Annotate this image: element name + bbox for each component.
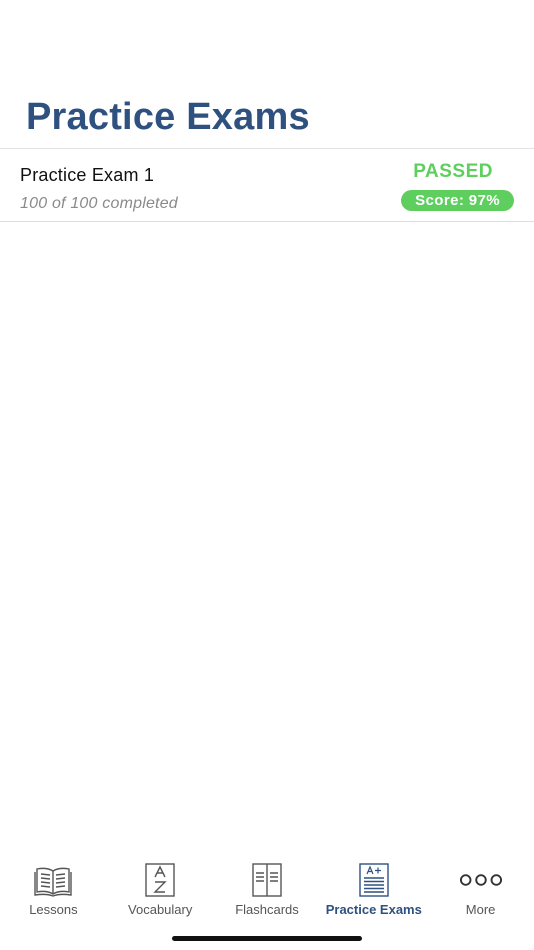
tab-lessons[interactable]: Lessons — [0, 856, 107, 918]
home-indicator[interactable] — [172, 936, 362, 941]
score-badge: Score: 97% — [401, 190, 514, 211]
page-title: Practice Exams — [26, 96, 310, 138]
flashcards-icon — [245, 862, 289, 898]
tab-label: Vocabulary — [128, 902, 193, 917]
tab-practice-exams[interactable]: Practice Exams — [320, 856, 427, 918]
a-z-dictionary-icon — [138, 862, 182, 898]
tab-label: Lessons — [29, 902, 78, 917]
exam-status-badge: PASSED — [413, 161, 493, 182]
exam-row-practice-exam-1[interactable]: Practice Exam 1 100 of 100 completed PAS… — [0, 149, 534, 222]
tab-label: Practice Exams — [325, 902, 422, 917]
tab-vocabulary[interactable]: Vocabulary — [107, 856, 214, 918]
book-icon — [31, 862, 75, 898]
exam-progress: 100 of 100 completed — [20, 195, 178, 212]
exam-name: Practice Exam 1 — [20, 165, 155, 185]
tab-label: Flashcards — [235, 902, 299, 917]
tab-bar: Lessons Vocabulary Flashcards Practice E… — [0, 856, 534, 918]
tab-flashcards[interactable]: Flashcards — [214, 856, 321, 918]
tab-label: More — [465, 902, 496, 917]
exam-a-plus-icon — [352, 862, 396, 898]
tab-more[interactable]: More — [427, 856, 534, 918]
more-dots-icon — [459, 862, 503, 898]
